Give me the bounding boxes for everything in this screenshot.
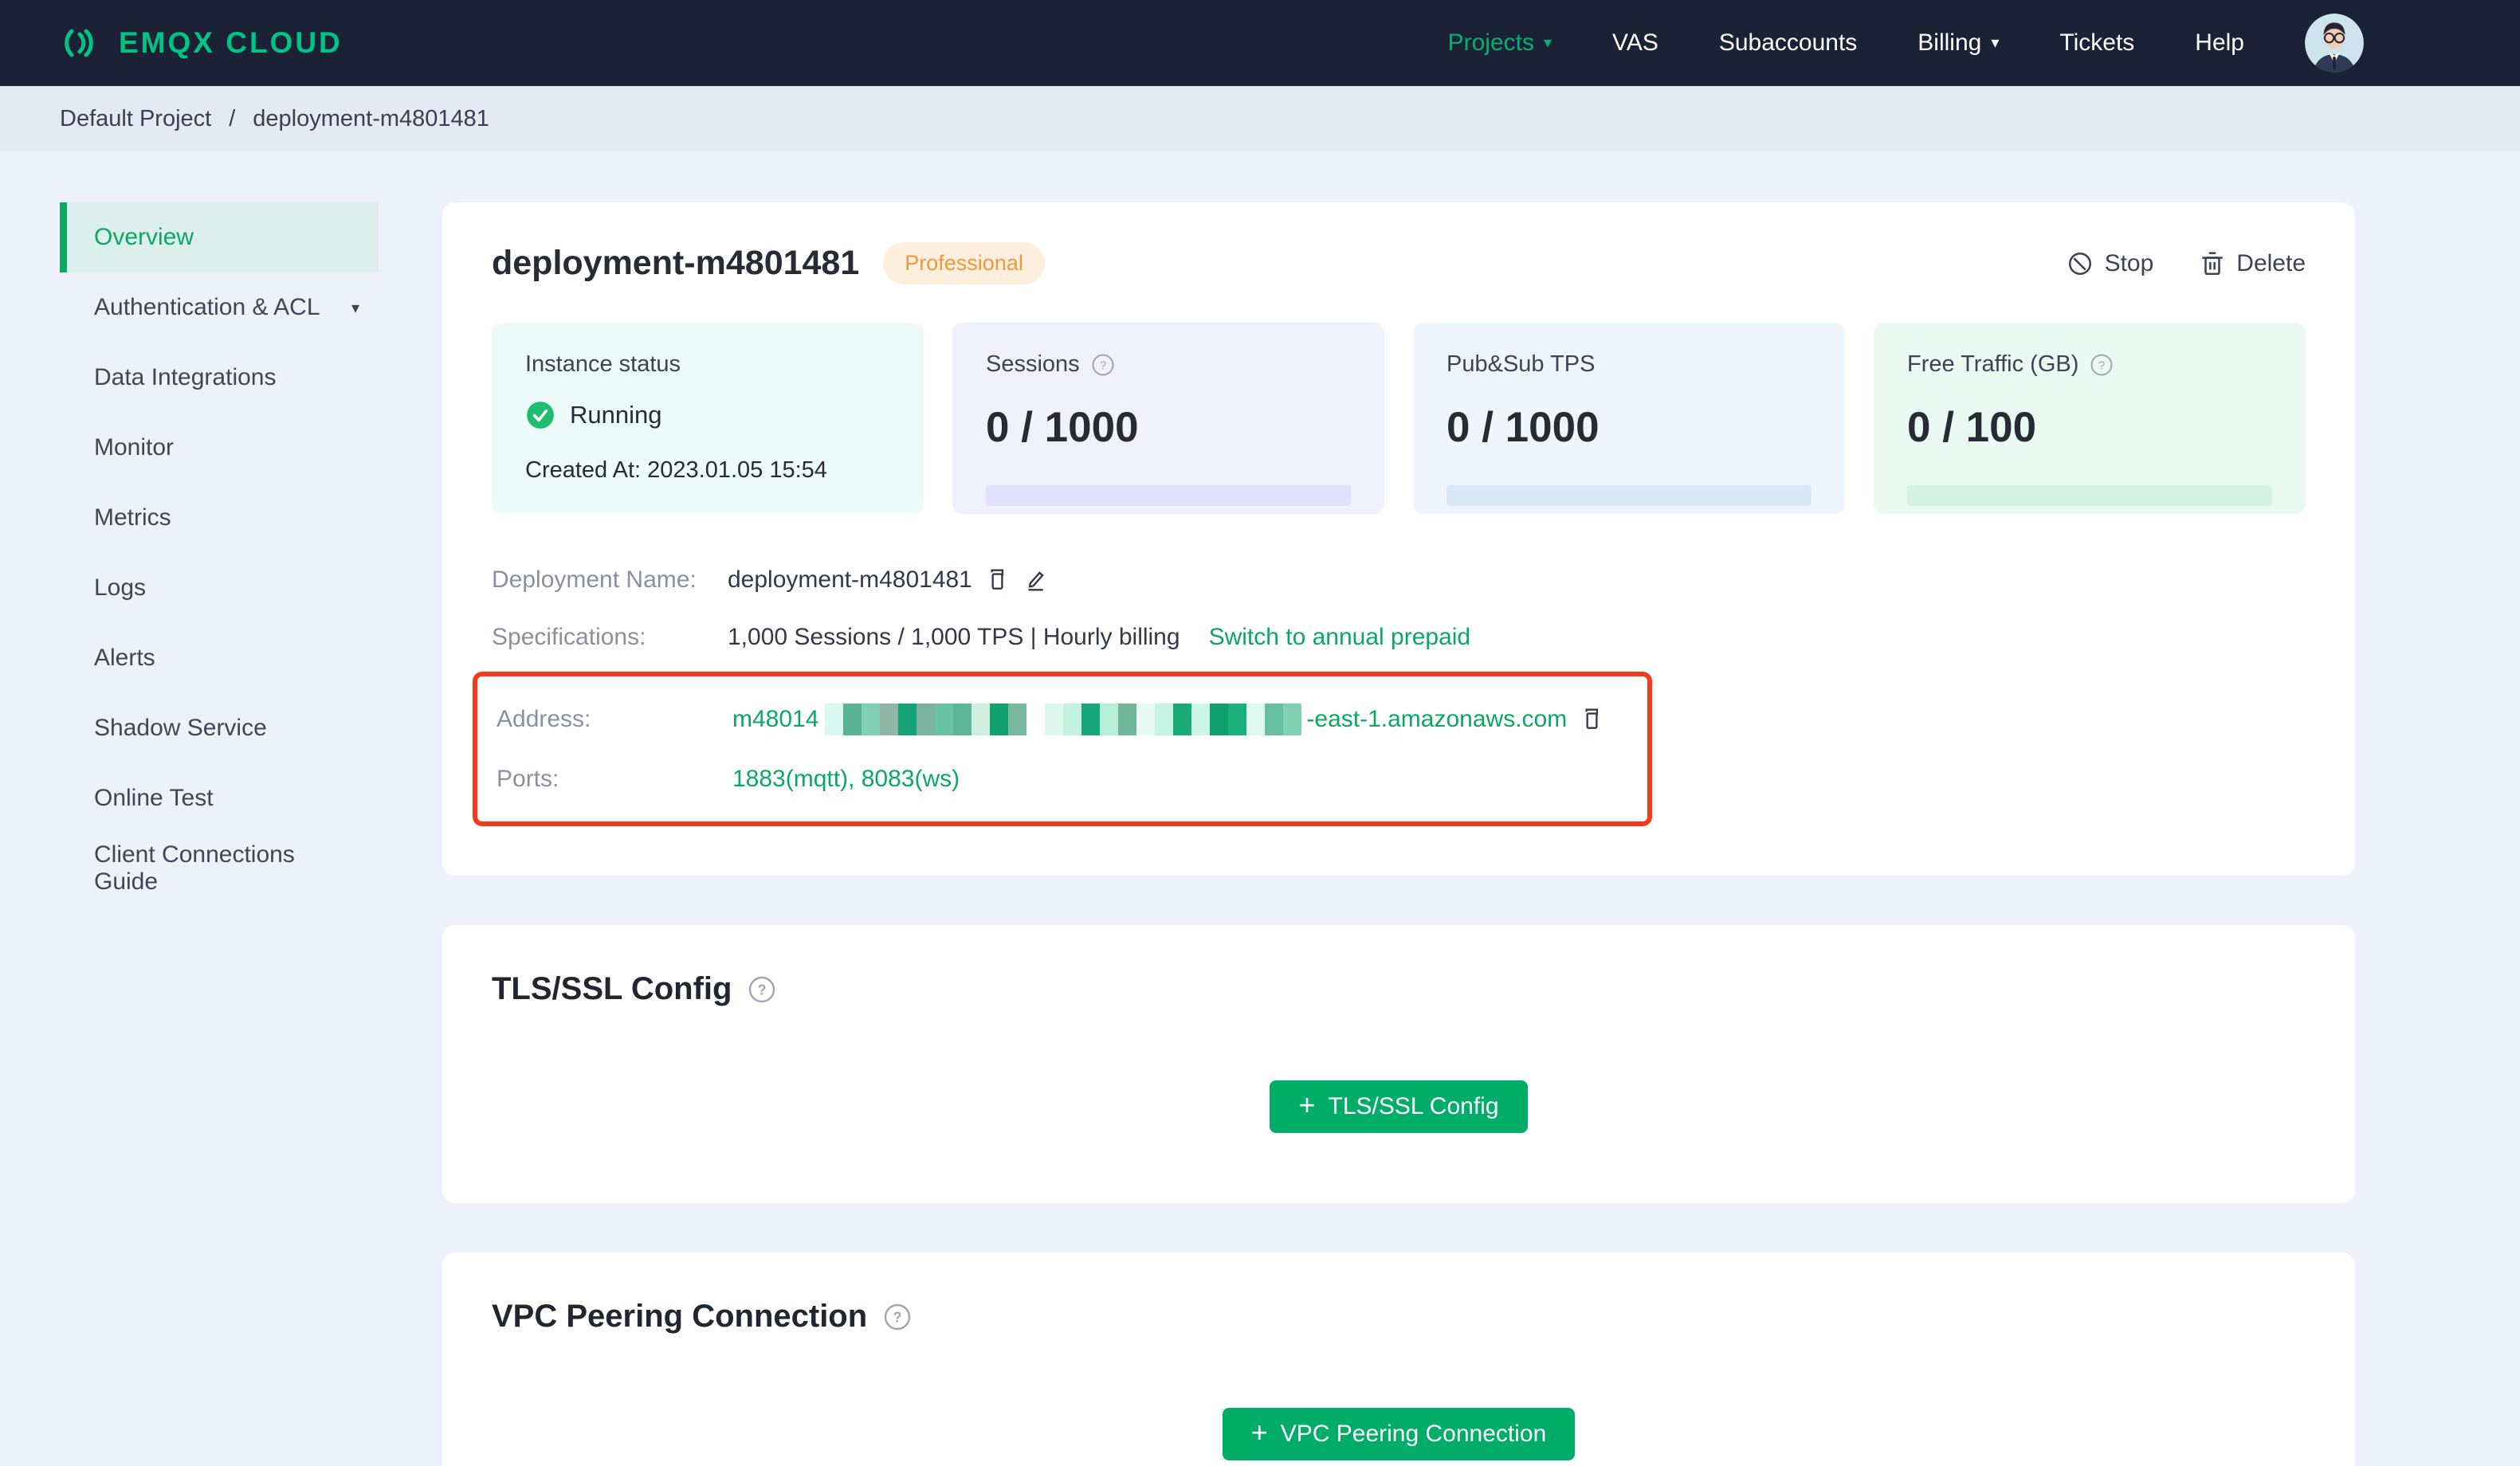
vpc-peering-section: VPC Peering Connection ? + VPC Peering C… <box>442 1252 2355 1466</box>
svg-text:?: ? <box>1100 359 1106 372</box>
nav-help[interactable]: Help <box>2195 29 2244 57</box>
sidebar-item-overview[interactable]: Overview <box>60 202 379 272</box>
specifications-label: Specifications: <box>492 624 646 650</box>
address-suffix: -east-1.amazonaws.com <box>1306 706 1568 732</box>
tls-ssl-section: TLS/SSL Config ? + TLS/SSL Config <box>442 925 2355 1203</box>
help-icon[interactable]: ? <box>2090 353 2114 377</box>
user-avatar[interactable] <box>2305 14 2364 73</box>
sidebar-item-data-integrations[interactable]: Data Integrations <box>60 343 379 413</box>
stop-icon <box>2067 250 2094 277</box>
copy-icon[interactable] <box>985 567 1009 593</box>
deployment-name-label: Deployment Name: <box>492 566 697 593</box>
edit-icon[interactable] <box>1022 567 1047 593</box>
sidebar-item-monitor[interactable]: Monitor <box>60 413 379 483</box>
deployment-name-value: deployment-m4801481 <box>728 566 972 593</box>
sessions-card: Sessions ? 0 / 1000 <box>952 323 1384 514</box>
specifications-row: Specifications: 1,000 Sessions / 1,000 T… <box>492 624 2306 651</box>
add-tls-ssl-config-button[interactable]: + TLS/SSL Config <box>1270 1080 1528 1133</box>
help-icon[interactable]: ? <box>748 975 776 1004</box>
pubsub-tps-progressbar <box>1446 485 1811 506</box>
plus-icon: + <box>1298 1088 1316 1121</box>
tls-ssl-title: TLS/SSL Config <box>492 971 732 1006</box>
copy-icon[interactable] <box>1580 707 1603 732</box>
nav-billing[interactable]: Billing ▾ <box>1917 29 1999 57</box>
sidebar-item-alerts[interactable]: Alerts <box>60 623 379 693</box>
breadcrumb-separator: / <box>229 105 236 131</box>
nav-projects[interactable]: Projects ▾ <box>1448 29 1552 57</box>
breadcrumb: Default Project / deployment-m4801481 <box>0 86 2520 151</box>
deployment-title: deployment-m4801481 <box>492 244 860 282</box>
sidebar: Overview Authentication & ACL ▾ Data Int… <box>60 202 379 1466</box>
deployment-overview-card: deployment-m4801481 Professional Stop De… <box>442 202 2355 876</box>
ports-label: Ports: <box>497 766 559 792</box>
check-circle-icon <box>525 400 555 430</box>
deployment-name-row: Deployment Name: deployment-m4801481 <box>492 566 2306 594</box>
vpc-peering-title: VPC Peering Connection <box>492 1299 868 1334</box>
address-row: Address: m48014 -east-1.amazonaws.com <box>497 704 1647 735</box>
free-traffic-value: 0 / 100 <box>1907 404 2037 451</box>
sidebar-item-client-connections-guide[interactable]: Client Connections Guide <box>60 833 379 904</box>
help-icon[interactable]: ? <box>1091 353 1115 377</box>
sessions-progressbar <box>986 485 1351 506</box>
add-vpc-peering-button[interactable]: + VPC Peering Connection <box>1222 1408 1576 1460</box>
sidebar-item-shadow-service[interactable]: Shadow Service <box>60 693 379 763</box>
delete-button[interactable]: Delete <box>2200 250 2306 277</box>
pubsub-tps-value: 0 / 1000 <box>1446 404 1600 451</box>
instance-status-card: Instance status Running Created At: 2023… <box>492 323 924 514</box>
brand-name: EMQX CLOUD <box>119 26 343 59</box>
emqx-logo[interactable]: EMQX CLOUD <box>60 24 343 62</box>
ports-row: Ports: 1883(mqtt), 8083(ws) <box>497 766 1647 793</box>
sidebar-item-authentication-acl[interactable]: Authentication & ACL ▾ <box>60 272 379 343</box>
caret-down-icon: ▾ <box>1991 34 2000 52</box>
instance-status-value: Running <box>570 401 662 429</box>
help-icon[interactable]: ? <box>883 1303 912 1331</box>
caret-down-icon: ▾ <box>1543 34 1552 52</box>
sessions-value: 0 / 1000 <box>986 404 1139 451</box>
emqx-logo-icon <box>60 24 98 62</box>
top-navbar: EMQX CLOUD Projects ▾ VAS Subaccounts Bi… <box>0 0 2520 86</box>
svg-text:?: ? <box>2098 359 2105 372</box>
switch-annual-prepaid-link[interactable]: Switch to annual prepaid <box>1209 624 1471 651</box>
address-redacted-mosaic <box>825 704 1302 735</box>
address-label: Address: <box>497 706 591 732</box>
ports-value: 1883(mqtt), 8083(ws) <box>732 766 960 792</box>
svg-text:?: ? <box>758 982 767 998</box>
nav-subaccounts[interactable]: Subaccounts <box>1719 29 1857 57</box>
stop-button[interactable]: Stop <box>2067 250 2153 277</box>
created-at: Created At: 2023.01.05 15:54 <box>525 457 827 483</box>
pubsub-tps-card: Pub&Sub TPS 0 / 1000 <box>1413 323 1845 514</box>
nav-vas[interactable]: VAS <box>1612 29 1658 57</box>
top-nav: Projects ▾ VAS Subaccounts Billing ▾ Tic… <box>1448 29 2244 57</box>
svg-text:?: ? <box>893 1309 902 1325</box>
breadcrumb-project[interactable]: Default Project <box>60 106 211 132</box>
sidebar-item-logs[interactable]: Logs <box>60 553 379 623</box>
nav-tickets[interactable]: Tickets <box>2059 29 2134 57</box>
sidebar-item-metrics[interactable]: Metrics <box>60 483 379 553</box>
plus-icon: + <box>1250 1416 1268 1448</box>
sidebar-item-online-test[interactable]: Online Test <box>60 763 379 833</box>
trash-icon <box>2200 250 2225 277</box>
specifications-value: 1,000 Sessions / 1,000 TPS | Hourly bill… <box>728 624 1180 650</box>
free-traffic-progressbar <box>1907 485 2272 506</box>
address-prefix: m48014 <box>732 706 819 732</box>
plan-badge: Professional <box>883 242 1045 284</box>
address-highlight-box: Address: m48014 -east-1.amazonaws.com Po… <box>473 672 1652 826</box>
caret-down-icon: ▾ <box>351 299 359 317</box>
free-traffic-card: Free Traffic (GB) ? 0 / 100 <box>1874 323 2306 514</box>
breadcrumb-deployment: deployment-m4801481 <box>253 105 489 131</box>
